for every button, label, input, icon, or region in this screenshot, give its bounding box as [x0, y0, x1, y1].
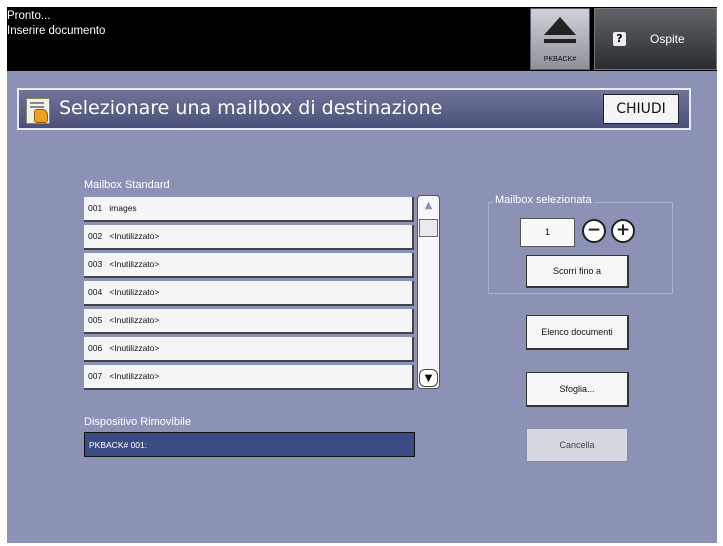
- close-button[interactable]: CHIUDI: [603, 94, 679, 124]
- icon-line: [30, 102, 44, 104]
- status-line-2: Inserire documento: [7, 25, 106, 37]
- mailbox-item-text: 004 <Inutilizzato>: [88, 287, 160, 297]
- removable-device-text: PKBACK# 001:: [89, 440, 148, 450]
- pkback-button[interactable]: PKBACK#: [530, 8, 590, 70]
- chevron-down-icon[interactable]: ▼: [419, 369, 438, 387]
- user-button[interactable]: ? Ospite: [594, 8, 717, 70]
- page-title: Selezionare una mailbox di destinazione: [59, 97, 443, 119]
- browse-button[interactable]: Sfoglia...: [526, 372, 629, 407]
- eject-icon: [544, 17, 576, 35]
- mailbox-item-text: 003 <Inutilizzato>: [88, 259, 160, 269]
- mailbox-list-item[interactable]: 006 <Inutilizzato>: [84, 337, 414, 362]
- status-line-1: Pronto...: [7, 10, 51, 22]
- mailbox-number-field[interactable]: 1: [520, 218, 575, 247]
- pkback-label: PKBACK#: [543, 56, 577, 63]
- mailbox-list-item[interactable]: 007 <Inutilizzato>: [84, 365, 414, 390]
- mailbox-scrollbar[interactable]: ▲ ▼: [417, 195, 440, 389]
- removable-device-label: Dispositivo Rimovibile: [84, 416, 191, 428]
- selected-mailbox-label: Mailbox selezionata: [493, 194, 594, 206]
- status-text: Pronto... Inserire documento: [7, 9, 105, 39]
- delete-button[interactable]: Cancella: [526, 428, 629, 463]
- mailbox-list-item[interactable]: 001 images: [84, 197, 414, 222]
- scroll-to-button[interactable]: Scorri fino a: [526, 255, 629, 288]
- mailbox-list-item[interactable]: 002 <Inutilizzato>: [84, 225, 414, 250]
- app-window: Pronto... Inserire documento PKBACK# ? O…: [7, 7, 717, 543]
- decrement-button[interactable]: −: [582, 219, 606, 243]
- increment-button[interactable]: +: [611, 219, 635, 243]
- document-list-button[interactable]: Elenco documenti: [526, 315, 629, 350]
- title-bar: Selezionare una mailbox di destinazione …: [17, 88, 691, 130]
- mailbox-item-text: 005 <Inutilizzato>: [88, 315, 160, 325]
- user-icon: ?: [613, 32, 626, 46]
- user-label: Ospite: [650, 32, 685, 46]
- removable-device-item[interactable]: PKBACK# 001:: [84, 432, 415, 457]
- mailbox-item-text: 007 <Inutilizzato>: [88, 371, 160, 381]
- mailbox-item-text: 006 <Inutilizzato>: [88, 343, 160, 353]
- mailbox-list-item[interactable]: 003 <Inutilizzato>: [84, 253, 414, 278]
- status-bar: Pronto... Inserire documento PKBACK# ? O…: [7, 7, 717, 71]
- chevron-up-icon[interactable]: ▲: [419, 197, 438, 215]
- hand-shape: [34, 109, 48, 123]
- scrollbar-thumb[interactable]: [419, 219, 438, 237]
- mailbox-standard-label: Mailbox Standard: [84, 179, 170, 191]
- mailbox-item-text: 002 <Inutilizzato>: [88, 231, 160, 241]
- mailbox-item-text: 001 images: [88, 203, 137, 213]
- eject-bar: [544, 39, 576, 43]
- mailbox-list-item[interactable]: 004 <Inutilizzato>: [84, 281, 414, 306]
- mailbox-list-item[interactable]: 005 <Inutilizzato>: [84, 309, 414, 334]
- icon-line: [30, 106, 44, 108]
- mailbox-hand-icon: [26, 98, 50, 124]
